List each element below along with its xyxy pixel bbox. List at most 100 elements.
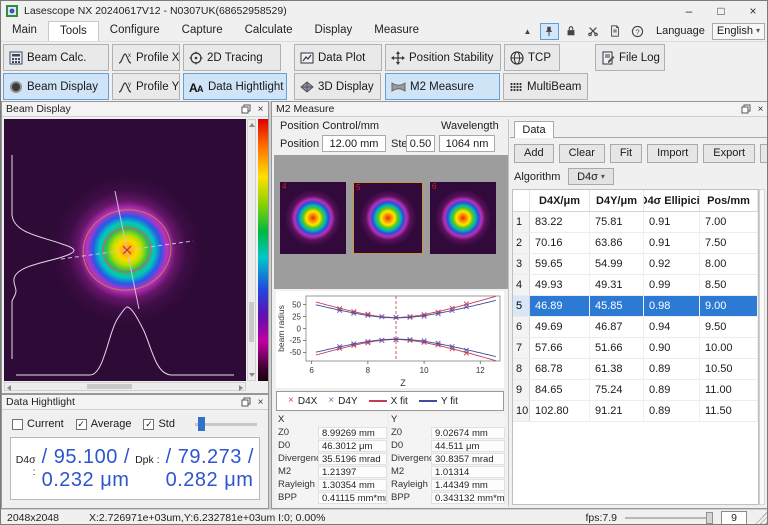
close-button[interactable]: × bbox=[737, 2, 768, 21]
beam-calc-button[interactable]: Beam Calc. bbox=[3, 44, 109, 71]
v-scroll-thumb[interactable] bbox=[249, 302, 254, 342]
wavelength-input[interactable]: 1064 nm bbox=[439, 135, 495, 152]
table-row[interactable]: 7 57.66 51.66 0.90 10.00 bbox=[513, 338, 758, 359]
fit-param-value: 46.3012 μm bbox=[318, 440, 387, 452]
slider-handle[interactable] bbox=[198, 417, 205, 431]
beam-h-scrollbar[interactable] bbox=[4, 382, 246, 391]
help-button[interactable]: ? bbox=[628, 23, 647, 40]
table-row[interactable]: 9 84.65 75.24 0.89 11.00 bbox=[513, 380, 758, 401]
restore-button[interactable] bbox=[738, 103, 753, 116]
move-arrows-icon bbox=[391, 51, 405, 65]
step-input[interactable]: 0.50 bbox=[406, 135, 435, 152]
cell-position: 8.00 bbox=[700, 254, 758, 274]
svg-text:10: 10 bbox=[420, 366, 429, 375]
cell-d4y: 61.38 bbox=[590, 359, 644, 379]
thumbnail-beam-spot bbox=[285, 190, 341, 246]
minimize-button[interactable]: – bbox=[673, 2, 705, 21]
std-slider[interactable] bbox=[195, 417, 257, 431]
row-number: 1 bbox=[513, 212, 530, 232]
row-number: 10 bbox=[513, 401, 530, 421]
profile-x-button[interactable]: x Profile X bbox=[112, 44, 180, 71]
algorithm-select[interactable]: D4σ ▾ bbox=[568, 168, 614, 185]
restore-button[interactable] bbox=[238, 103, 253, 116]
collapse-button[interactable]: ▲ bbox=[518, 23, 537, 40]
beam-thumbnail[interactable]: 6 bbox=[430, 182, 496, 254]
lock-icon bbox=[565, 25, 577, 37]
beam-thumbnail[interactable]: 5 bbox=[353, 182, 423, 254]
toolbar: Beam Calc. x Profile X 2D Tracing Data P… bbox=[1, 42, 768, 101]
data-action-button[interactable]: Add bbox=[514, 144, 554, 163]
fit-row: M2 1.01314 bbox=[389, 465, 505, 478]
row-number: 4 bbox=[513, 275, 530, 295]
beam-thumbnail[interactable]: 4 bbox=[280, 182, 346, 254]
panel-splitter[interactable] bbox=[508, 119, 509, 506]
menu-tab[interactable]: Tools bbox=[48, 21, 99, 41]
svg-text:6: 6 bbox=[309, 366, 314, 375]
fit-row: M2 1.21397 bbox=[276, 465, 387, 478]
option-checkbox[interactable]: ✓ Current bbox=[12, 418, 64, 430]
cell-ellipticity: 0.98 bbox=[644, 296, 700, 316]
pin-button[interactable] bbox=[540, 23, 559, 40]
tracing-2d-button[interactable]: 2D Tracing bbox=[183, 44, 281, 71]
cell-d4y: 49.31 bbox=[590, 275, 644, 295]
beam-canvas[interactable] bbox=[4, 119, 246, 381]
table-row[interactable]: 8 68.78 61.38 0.89 10.50 bbox=[513, 359, 758, 380]
scroll-left-icon bbox=[7, 385, 11, 391]
table-row[interactable]: 3 59.65 54.99 0.92 8.00 bbox=[513, 254, 758, 275]
beam-v-scrollbar[interactable] bbox=[247, 119, 256, 381]
table-row[interactable]: 10 102.80 91.21 0.89 11.50 bbox=[513, 401, 758, 422]
restore-button[interactable] bbox=[238, 396, 253, 409]
restore-icon bbox=[241, 104, 251, 114]
fit-row: Divergence 35.5196 mrad bbox=[276, 452, 387, 465]
scroll-up-icon bbox=[249, 123, 255, 127]
h-scroll-thumb[interactable] bbox=[87, 384, 132, 389]
data-plot-button[interactable]: Data Plot bbox=[294, 44, 382, 71]
m2-caustic-chart: 50250-25-50681012Zbeam radius bbox=[276, 291, 504, 388]
table-scrollbar[interactable] bbox=[759, 189, 765, 505]
fps-slider[interactable] bbox=[625, 511, 713, 525]
fps-value[interactable]: 9 bbox=[721, 511, 747, 525]
cell-position: 10.50 bbox=[700, 359, 758, 379]
file-log-button[interactable]: File Log bbox=[595, 44, 665, 71]
table-row[interactable]: 5 46.89 45.85 0.98 9.00 bbox=[513, 296, 758, 317]
lock-button[interactable] bbox=[562, 23, 581, 40]
position-input[interactable]: 12.00 mm bbox=[322, 135, 386, 152]
row-number: 5 bbox=[513, 296, 530, 316]
resize-grip[interactable] bbox=[755, 512, 767, 524]
menu-tab[interactable]: Configure bbox=[99, 21, 171, 41]
cut-button[interactable] bbox=[584, 23, 603, 40]
menu-tab[interactable]: Measure bbox=[363, 21, 430, 41]
multibeam-button[interactable]: MultiBeam bbox=[503, 73, 588, 100]
beam-display-button[interactable]: Beam Display bbox=[3, 73, 109, 100]
option-checkbox[interactable]: ✓ Std bbox=[143, 418, 175, 430]
data-action-button[interactable]: Export bbox=[703, 144, 755, 163]
m2-measure-button[interactable]: M2 Measure bbox=[385, 73, 500, 100]
language-select[interactable]: English ▾ bbox=[712, 23, 765, 40]
table-row[interactable]: 4 49.93 49.31 0.99 8.50 bbox=[513, 275, 758, 296]
tcp-button[interactable]: TCP bbox=[504, 44, 560, 71]
menu-tab[interactable]: Calculate bbox=[234, 21, 304, 41]
snapshot-button[interactable] bbox=[606, 23, 625, 40]
display-3d-button[interactable]: 3D Display bbox=[294, 73, 381, 100]
table-row[interactable]: 2 70.16 63.86 0.91 7.50 bbox=[513, 233, 758, 254]
table-row[interactable]: 1 83.22 75.81 0.91 7.00 bbox=[513, 212, 758, 233]
menu-tab[interactable]: Main bbox=[1, 21, 48, 41]
profile-y-button[interactable]: y Profile Y bbox=[112, 73, 180, 100]
menu-tab[interactable]: Display bbox=[304, 21, 364, 41]
table-row[interactable]: 6 49.69 46.87 0.94 9.50 bbox=[513, 317, 758, 338]
data-action-button[interactable]: Import bbox=[647, 144, 698, 163]
position-stability-button[interactable]: Position Stability bbox=[385, 44, 501, 71]
maximize-button[interactable]: □ bbox=[705, 2, 737, 21]
menu-tab[interactable]: Capture bbox=[171, 21, 234, 41]
close-panel-button[interactable]: × bbox=[253, 103, 268, 116]
data-action-button[interactable]: Fit bbox=[610, 144, 642, 163]
close-panel-button[interactable]: × bbox=[253, 396, 268, 409]
beam-display-title-bar: Beam Display × bbox=[2, 102, 268, 117]
slider-handle[interactable] bbox=[706, 512, 713, 524]
data-action-button[interactable]: Report bbox=[760, 144, 768, 163]
data-action-button[interactable]: Clear bbox=[559, 144, 605, 163]
option-checkbox[interactable]: ✓ Average bbox=[76, 418, 132, 430]
close-panel-button[interactable]: × bbox=[753, 103, 768, 116]
tab-data[interactable]: Data bbox=[514, 121, 554, 138]
data-highlight-button[interactable]: AA Data Hightlight bbox=[183, 73, 287, 100]
